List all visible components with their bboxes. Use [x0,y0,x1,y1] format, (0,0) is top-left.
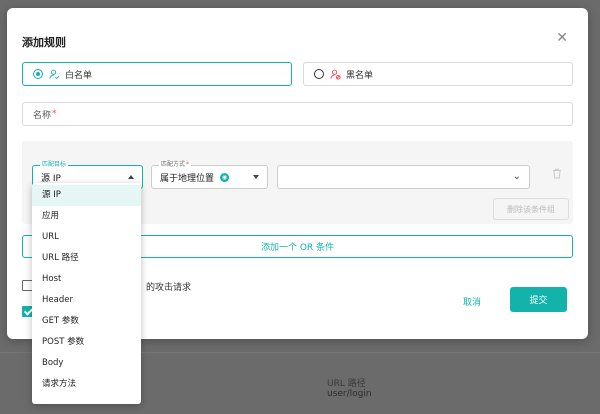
trash-icon[interactable] [552,168,562,182]
blacklist-label: 黑名单 [346,70,374,81]
user-check-icon [49,69,60,80]
match-target-dropdown: 源 IP 应用 URL URL 路径 Host Header GET 参数 PO… [32,183,141,404]
submit-button[interactable]: 提交 [510,287,567,312]
whitelist-option[interactable]: 白名单 [22,62,292,86]
match-target-label: 匹配目标 [40,161,69,169]
location-icon: ◉ [220,172,230,182]
rule-name-input[interactable]: 名称 * [22,102,573,126]
user-block-icon [330,69,341,80]
background-row-label: URL 路径 [327,379,366,389]
dropdown-option-application[interactable]: 应用 [32,206,141,227]
whitelist-label: 白名单 [65,70,93,81]
dropdown-option-request-method[interactable]: 请求方法 [32,374,141,395]
dropdown-option-host[interactable]: Host [32,269,141,290]
required-mark: * [52,109,57,119]
dropdown-option-url[interactable]: URL [32,227,141,248]
match-target-value: 源 IP [41,173,61,184]
dropdown-option-header[interactable]: Header [32,290,141,311]
rule-name-placeholder: 名称 [33,110,52,121]
dropdown-option-source-ip[interactable]: 源 IP [32,185,141,206]
delete-condition-group-button[interactable]: 删除该条件组 [493,198,569,220]
match-method-label: 匹配方式* [159,161,192,169]
dropdown-option-url-path[interactable]: URL 路径 [32,248,141,269]
attack-request-label: 的攻击请求 [146,283,192,293]
chevron-down-icon: ⌄ [512,171,521,182]
dropdown-option-post-params[interactable]: POST 参数 [32,332,141,353]
match-value-select[interactable]: ⌄ [277,165,530,189]
whitelist-radio[interactable] [33,69,43,79]
blacklist-radio[interactable] [314,69,324,79]
caret-down-icon [253,175,259,179]
background-row-value: user/login [327,389,372,399]
close-icon[interactable]: ✕ [556,31,568,45]
match-method-value: 属于地理位置 [160,173,215,184]
dialog-title: 添加规则 [22,36,66,49]
dropdown-option-body[interactable]: Body [32,353,141,374]
dropdown-option-get-params[interactable]: GET 参数 [32,311,141,332]
blacklist-option[interactable]: 黑名单 [303,62,573,86]
cancel-button[interactable]: 取消 [463,295,481,308]
caret-up-icon [128,175,134,179]
match-method-select[interactable]: 匹配方式* 属于地理位置 ◉ [151,161,268,189]
